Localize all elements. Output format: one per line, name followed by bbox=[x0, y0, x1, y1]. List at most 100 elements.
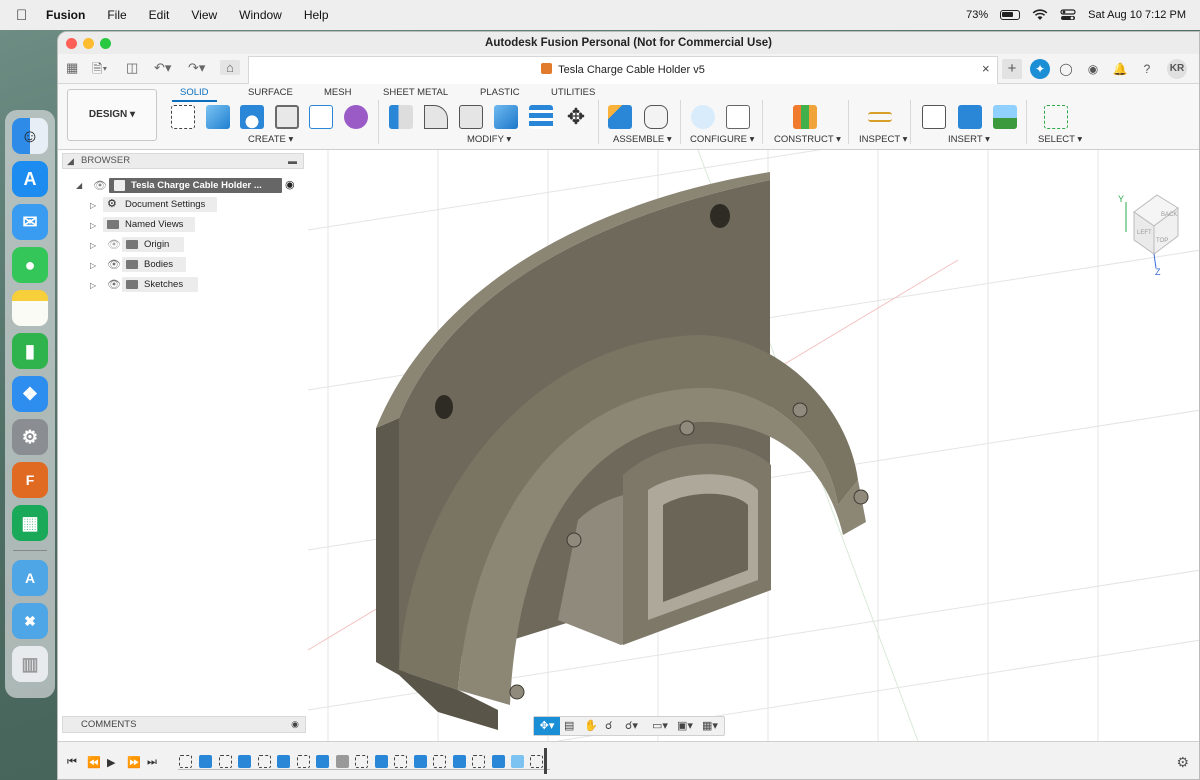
timeline-sketch-feature[interactable] bbox=[258, 755, 271, 768]
joint-icon[interactable] bbox=[644, 105, 668, 129]
go-to-start-icon[interactable]: ⏮ bbox=[67, 756, 77, 769]
measure-icon[interactable] bbox=[868, 112, 892, 122]
play-icon[interactable]: ▶ bbox=[107, 756, 115, 769]
configure-icon[interactable] bbox=[691, 105, 715, 129]
visibility-eye-icon[interactable]: 👁 bbox=[107, 278, 121, 291]
visibility-eye-icon[interactable]: 👁 bbox=[93, 179, 107, 192]
messages-icon[interactable]: ● bbox=[12, 247, 48, 283]
timeline-sketch-feature[interactable] bbox=[472, 755, 485, 768]
finder-icon[interactable]: ☺ bbox=[12, 118, 48, 154]
timeline-extrude-feature[interactable] bbox=[453, 755, 466, 768]
menu-app-name[interactable]: Fusion bbox=[46, 8, 85, 22]
browser-item-origin[interactable]: Origin bbox=[122, 237, 184, 252]
save-icon[interactable]: ◫ bbox=[126, 60, 138, 76]
form-icon[interactable] bbox=[344, 105, 368, 129]
grid-settings-icon[interactable]: ▣▾ bbox=[677, 719, 693, 732]
create-sketch-icon[interactable] bbox=[171, 105, 195, 129]
press-pull-icon[interactable] bbox=[389, 105, 413, 129]
tab-sheet-metal[interactable]: SHEET METAL bbox=[383, 87, 448, 98]
timeline-sketch-feature[interactable] bbox=[219, 755, 232, 768]
expand-arrow-icon[interactable]: ▷ bbox=[90, 281, 96, 290]
browser-item-sketches[interactable]: Sketches bbox=[122, 277, 198, 292]
wifi-icon[interactable] bbox=[1032, 9, 1048, 21]
timeline-sketch-feature[interactable] bbox=[530, 755, 543, 768]
new-tab-button[interactable]: + bbox=[1002, 59, 1022, 79]
menu-file[interactable]: File bbox=[107, 8, 126, 22]
timeline-extrude-feature[interactable] bbox=[316, 755, 329, 768]
browser-panel-header[interactable]: ◢ BROWSER ▬ bbox=[62, 153, 304, 169]
group-modify[interactable]: MODIFY ▾ bbox=[467, 134, 511, 145]
safari-icon[interactable]: ❖ bbox=[12, 376, 48, 412]
hole-icon[interactable] bbox=[275, 105, 299, 129]
timeline-extrude-feature[interactable] bbox=[277, 755, 290, 768]
insert-canvas-icon[interactable] bbox=[993, 105, 1017, 129]
utilities-folder-icon[interactable]: ✖ bbox=[12, 603, 48, 639]
fit-icon[interactable]: ☌▾ bbox=[625, 719, 638, 732]
zoom-window-button[interactable] bbox=[100, 38, 111, 49]
mounting-hole[interactable] bbox=[710, 204, 730, 228]
system-settings-icon[interactable]: ⚙ bbox=[12, 419, 48, 455]
timeline-sketch-feature[interactable] bbox=[355, 755, 368, 768]
redo-icon[interactable]: ↷▾ bbox=[188, 60, 205, 76]
shell-icon[interactable] bbox=[494, 105, 518, 129]
trash-icon[interactable]: ▥ bbox=[12, 646, 48, 682]
menu-help[interactable]: Help bbox=[304, 8, 329, 22]
extensions-icon[interactable]: ✦ bbox=[1030, 59, 1050, 79]
combine-icon[interactable] bbox=[529, 105, 553, 129]
notifications-icon[interactable]: 🔔 bbox=[1110, 59, 1130, 79]
pattern-icon[interactable] bbox=[309, 105, 333, 129]
step-forward-icon[interactable]: ⏩ bbox=[127, 756, 141, 769]
timeline-sketch-feature[interactable] bbox=[297, 755, 310, 768]
group-assemble[interactable]: ASSEMBLE ▾ bbox=[613, 134, 672, 145]
plate-side-face[interactable] bbox=[376, 418, 399, 675]
menu-edit[interactable]: Edit bbox=[149, 8, 170, 22]
insert-derive-icon[interactable] bbox=[922, 105, 946, 129]
menu-view[interactable]: View bbox=[191, 8, 217, 22]
document-tab[interactable]: Tesla Charge Cable Holder v5 bbox=[248, 56, 998, 84]
timeline-extrude-feature[interactable] bbox=[199, 755, 212, 768]
tab-surface[interactable]: SURFACE bbox=[248, 87, 293, 98]
fusion-app-icon[interactable]: F bbox=[12, 462, 48, 498]
comments-toggle-icon[interactable]: ◉ bbox=[291, 717, 299, 732]
expand-arrow-icon[interactable]: ▷ bbox=[90, 221, 96, 230]
data-panel-icon[interactable]: ◉ bbox=[1083, 59, 1103, 79]
timeline-sketch-feature[interactable] bbox=[433, 755, 446, 768]
app-store-icon[interactable]: A bbox=[12, 161, 48, 197]
extrude-icon[interactable] bbox=[206, 105, 230, 129]
collapse-arrow-icon[interactable]: ◢ bbox=[67, 154, 74, 168]
zoom-icon[interactable]: ☌ bbox=[605, 719, 612, 732]
close-tab-icon[interactable]: × bbox=[982, 61, 990, 76]
job-status-icon[interactable]: ◯ bbox=[1056, 59, 1076, 79]
visibility-eye-icon[interactable]: 👁 bbox=[107, 258, 121, 271]
mounting-hole[interactable] bbox=[435, 395, 453, 419]
timeline-extrude-feature[interactable] bbox=[414, 755, 427, 768]
tab-solid[interactable]: SOLID bbox=[172, 87, 217, 102]
file-icon[interactable]: 🗎▾ bbox=[92, 60, 107, 82]
view-cube[interactable] bbox=[1125, 194, 1179, 269]
viewcube-top-face[interactable]: TOP bbox=[1156, 238, 1168, 244]
orbit-icon[interactable]: ✥▾ bbox=[534, 717, 560, 735]
tab-utilities[interactable]: UTILITIES bbox=[551, 87, 595, 98]
activate-radio-icon[interactable]: ◉ bbox=[285, 178, 295, 191]
timeline-extrude-feature[interactable] bbox=[492, 755, 505, 768]
home-icon[interactable]: ⌂ bbox=[220, 60, 240, 75]
undo-icon[interactable]: ↶▾ bbox=[154, 60, 171, 76]
insert-mcmaster-icon[interactable] bbox=[958, 105, 982, 129]
browser-options-icon[interactable]: ▬ bbox=[288, 154, 297, 168]
configuration-table-icon[interactable] bbox=[726, 105, 750, 129]
battery-icon[interactable] bbox=[1000, 10, 1021, 20]
comments-panel[interactable]: COMMENTS ◉ bbox=[62, 716, 306, 733]
new-component-icon[interactable] bbox=[608, 105, 632, 129]
timeline-marker[interactable] bbox=[544, 748, 547, 774]
expand-root-icon[interactable]: ◢ bbox=[76, 181, 82, 190]
timeline-fillet-feature[interactable] bbox=[511, 755, 524, 768]
numbers-icon[interactable]: ▮ bbox=[12, 333, 48, 369]
group-configure[interactable]: CONFIGURE ▾ bbox=[690, 134, 754, 145]
timeline-hole-feature[interactable] bbox=[336, 755, 349, 768]
viewports-icon[interactable]: ▦▾ bbox=[702, 719, 718, 732]
display-settings-icon[interactable]: ▭▾ bbox=[652, 719, 668, 732]
apple-icon[interactable]:  bbox=[16, 7, 34, 24]
menu-window[interactable]: Window bbox=[239, 8, 282, 22]
hidden-eye-icon[interactable]: 👁 bbox=[107, 238, 121, 251]
offset-plane-icon[interactable] bbox=[793, 105, 817, 129]
